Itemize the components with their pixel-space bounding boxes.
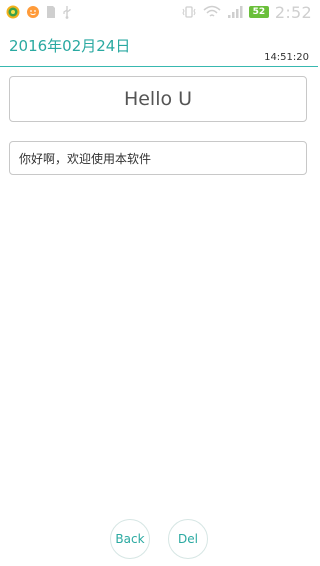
greeting-display: Hello U	[9, 76, 307, 122]
wifi-icon	[203, 5, 221, 19]
message-text: 你好啊，欢迎使用本软件	[19, 151, 152, 166]
greeting-text: Hello U	[123, 88, 193, 110]
back-button-label: Back	[115, 532, 145, 546]
status-right-icons: 52 2:52	[181, 0, 312, 24]
signal-icon	[227, 5, 243, 19]
del-button[interactable]: Del	[168, 519, 208, 559]
app-green-icon	[6, 5, 20, 19]
status-clock: 2:52	[274, 2, 312, 22]
header-time: 14:51:20	[264, 52, 309, 63]
status-left-icons	[6, 0, 72, 24]
sim-card-icon	[46, 5, 56, 19]
app-header: 2016年02月24日 14:51:20	[0, 24, 318, 67]
usb-icon	[62, 5, 72, 19]
battery-indicator: 52	[248, 6, 269, 18]
message-field[interactable]: 你好啊，欢迎使用本软件	[9, 141, 307, 175]
back-button[interactable]: Back	[110, 519, 150, 559]
vibrate-icon	[181, 5, 197, 19]
status-bar: 52 2:52	[0, 0, 318, 24]
smiley-icon	[26, 5, 40, 19]
header-date: 2016年02月24日	[9, 37, 131, 55]
del-button-label: Del	[178, 532, 198, 546]
